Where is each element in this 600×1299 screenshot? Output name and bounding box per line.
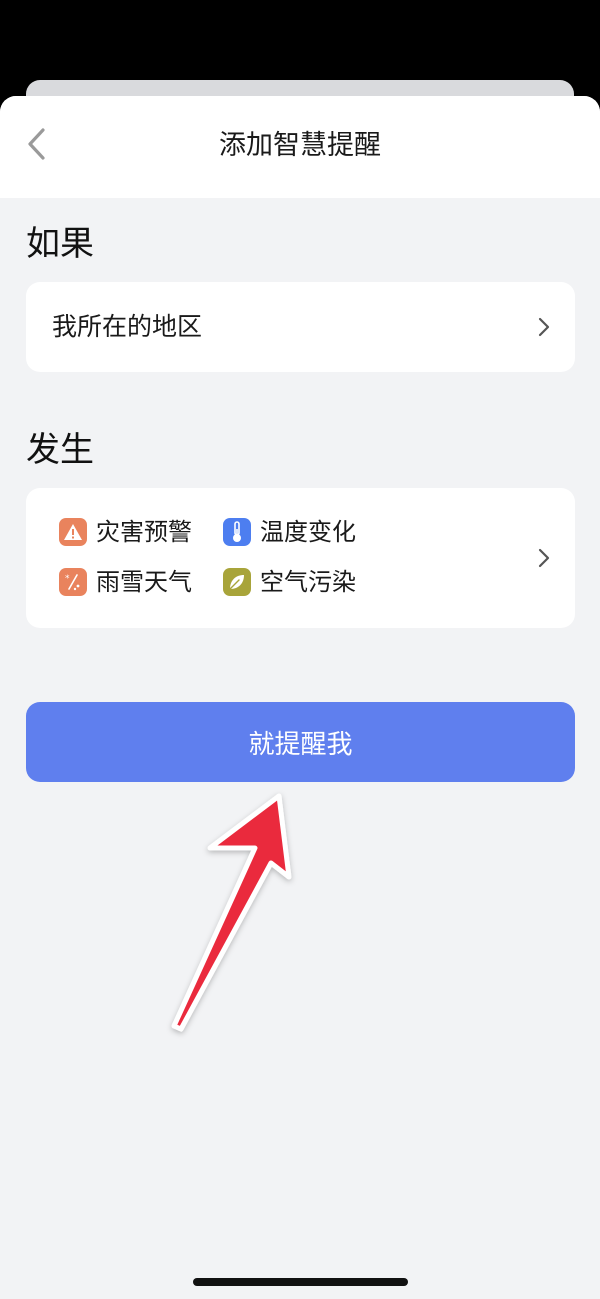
remind-me-button[interactable]: 就提醒我: [26, 702, 575, 782]
event-item-disaster-warning: 灾害预警: [59, 514, 192, 550]
svg-text:*: *: [65, 574, 70, 584]
event-label-temperature-change: 温度变化: [260, 518, 356, 546]
chevron-left-icon: [28, 128, 45, 160]
reminder-sheet: 添加智慧提醒 如果 我所在的地区 发生 灾害预警 温度变化 * 雨雪天气 空气污…: [0, 96, 600, 1299]
condition-heading: 如果: [26, 224, 94, 264]
event-selector[interactable]: 灾害预警 温度变化 * 雨雪天气 空气污染: [26, 488, 575, 628]
phone-screen: 添加智慧提醒 如果 我所在的地区 发生 灾害预警 温度变化 * 雨雪天气 空气污…: [0, 0, 600, 1299]
event-heading: 发生: [26, 430, 94, 470]
chevron-right-icon: [538, 317, 550, 337]
event-item-rain-snow: * 雨雪天气: [59, 564, 192, 600]
home-indicator[interactable]: [193, 1278, 408, 1286]
location-label: 我所在的地区: [52, 312, 203, 341]
event-label-air-pollution: 空气污染: [260, 568, 356, 596]
rain-snow-icon: *: [59, 568, 87, 596]
event-label-rain-snow: 雨雪天气: [96, 568, 192, 596]
thermometer-icon: [223, 518, 251, 546]
page-title: 添加智慧提醒: [219, 130, 381, 161]
leaf-icon: [223, 568, 251, 596]
back-button[interactable]: [14, 122, 58, 166]
navigation-bar: 添加智慧提醒: [0, 96, 600, 198]
event-item-air-pollution: 空气污染: [223, 564, 356, 600]
event-label-disaster-warning: 灾害预警: [96, 518, 192, 546]
event-item-temperature-change: 温度变化: [223, 514, 356, 550]
annotation-arrow-icon: [171, 793, 292, 1032]
warning-icon: [59, 518, 87, 546]
location-selector[interactable]: 我所在的地区: [26, 282, 575, 372]
chevron-right-icon: [538, 548, 550, 568]
